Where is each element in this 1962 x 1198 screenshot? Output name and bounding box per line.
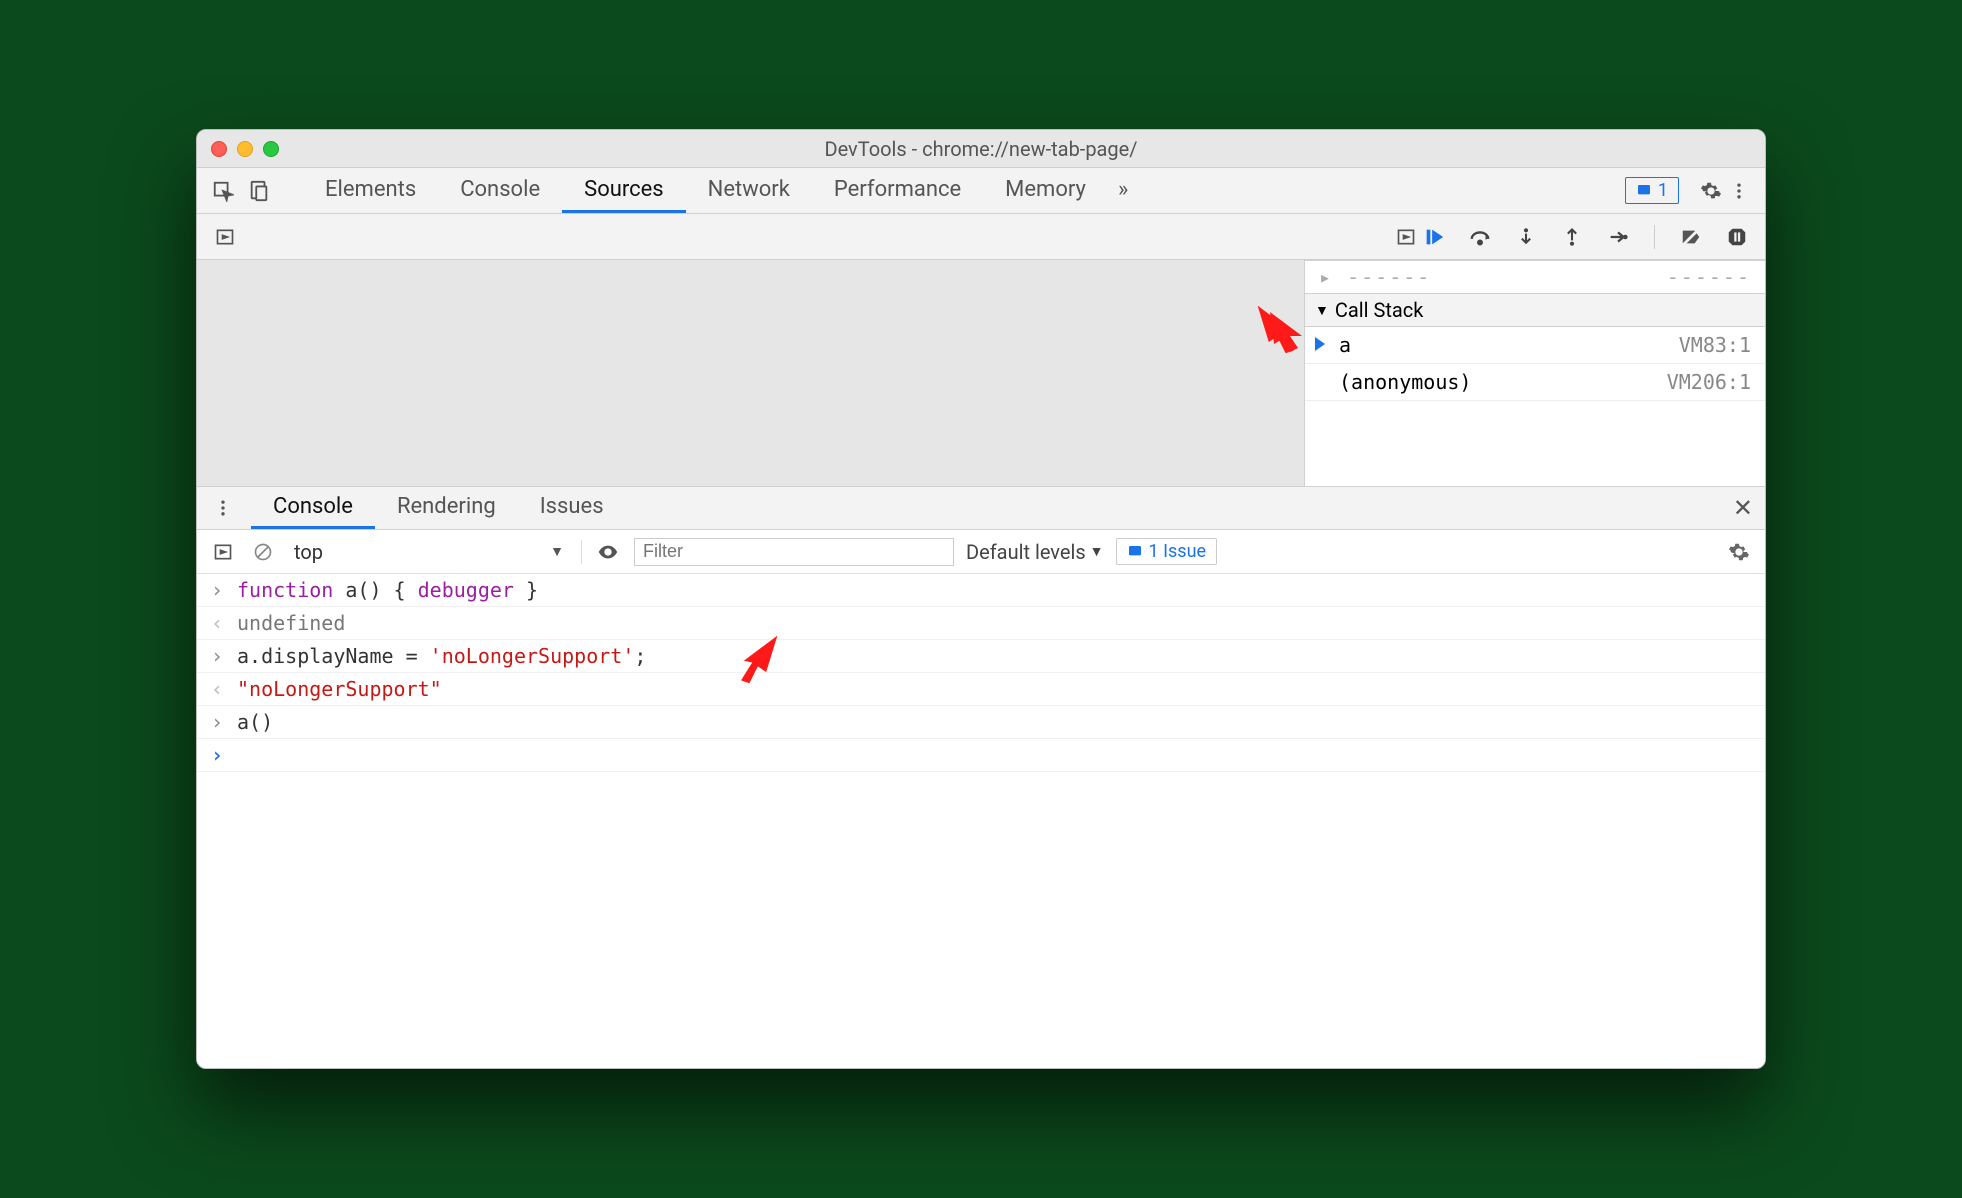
tab-memory[interactable]: Memory (983, 168, 1108, 213)
drawer-tab-issues[interactable]: Issues (518, 487, 626, 529)
context-value: top (294, 540, 323, 564)
debugger-sidebar: ▸ ------------ ▼ Call Stack a VM83:1 (an… (1305, 260, 1765, 486)
console-toolbar: top ▼ Default levels ▼ 1 Issue (197, 530, 1765, 574)
input-chevron-icon (207, 644, 227, 668)
tab-network[interactable]: Network (686, 168, 812, 213)
console-row[interactable]: a.displayName = 'noLongerSupport'; (197, 640, 1765, 673)
devtools-window: DevTools - chrome://new-tab-page/ Elemen… (196, 129, 1766, 1069)
drawer-tab-console[interactable]: Console (251, 487, 375, 529)
annotation-arrow-1 (1252, 300, 1308, 356)
show-debugger-icon[interactable] (1392, 223, 1420, 251)
window-title: DevTools - chrome://new-tab-page/ (197, 137, 1765, 161)
console-code: "noLongerSupport" (237, 677, 442, 701)
clear-console-icon[interactable] (249, 538, 277, 566)
tab-sources[interactable]: Sources (562, 168, 686, 213)
filter-input[interactable] (634, 538, 954, 566)
console-code: function a() { debugger } (237, 578, 538, 602)
issues-button[interactable]: 1 Issue (1116, 538, 1218, 565)
inspect-element-icon[interactable] (209, 177, 237, 205)
step-out-icon[interactable] (1558, 223, 1586, 251)
step-into-icon[interactable] (1512, 223, 1540, 251)
input-chevron-icon (207, 578, 227, 602)
editor-pane (197, 260, 1305, 486)
stack-frame-0-name: a (1339, 333, 1351, 357)
more-tabs-icon[interactable]: » (1108, 168, 1138, 213)
pause-exceptions-icon[interactable] (1723, 223, 1751, 251)
tab-elements[interactable]: Elements (303, 168, 438, 213)
log-levels-select[interactable]: Default levels ▼ (966, 540, 1104, 564)
console-body[interactable]: function a() { debugger } undefined a.disp… (197, 574, 1765, 1068)
sources-main-split: ▸ ------------ ▼ Call Stack a VM83:1 (an… (197, 260, 1765, 486)
show-navigator-icon[interactable] (211, 223, 239, 251)
stack-frame-0[interactable]: a VM83:1 (1305, 327, 1765, 364)
issues-button-label: 1 Issue (1149, 541, 1207, 562)
scope-row-truncated[interactable]: ▸ ------------ (1305, 260, 1765, 294)
kebab-menu-icon[interactable] (1725, 177, 1753, 205)
deactivate-breakpoints-icon[interactable] (1677, 223, 1705, 251)
debug-controls (1420, 223, 1751, 251)
live-expression-icon[interactable] (594, 538, 622, 566)
stack-frame-1-loc: VM206:1 (1667, 370, 1751, 394)
issues-count: 1 (1658, 180, 1668, 201)
titlebar: DevTools - chrome://new-tab-page/ (197, 130, 1765, 168)
execution-context-select[interactable]: top ▼ (289, 537, 569, 567)
console-code: a.displayName = 'noLongerSupport'; (237, 644, 646, 668)
output-chevron-icon (207, 611, 227, 635)
sources-toolbar (197, 214, 1765, 260)
callstack-header[interactable]: ▼ Call Stack (1305, 294, 1765, 327)
issues-badge[interactable]: 1 (1625, 177, 1679, 204)
prompt-chevron-icon (207, 743, 227, 767)
drawer-menu-icon[interactable] (209, 494, 237, 522)
tab-performance[interactable]: Performance (812, 168, 983, 213)
console-row[interactable]: undefined (197, 607, 1765, 640)
levels-label: Default levels (966, 540, 1086, 564)
drawer-tabs: Console Rendering Issues ✕ (197, 486, 1765, 530)
console-row[interactable]: "noLongerSupport" (197, 673, 1765, 706)
console-row[interactable] (197, 739, 1765, 772)
callstack-label: Call Stack (1335, 298, 1424, 322)
console-sidebar-toggle-icon[interactable] (209, 538, 237, 566)
console-row[interactable]: function a() { debugger } (197, 574, 1765, 607)
output-chevron-icon (207, 677, 227, 701)
stack-frame-1-name: (anonymous) (1339, 370, 1471, 394)
console-settings-icon[interactable] (1725, 538, 1753, 566)
stack-frame-0-loc: VM83:1 (1679, 333, 1751, 357)
console-code: a() (237, 710, 273, 734)
drawer-tab-rendering[interactable]: Rendering (375, 487, 518, 529)
step-icon[interactable] (1604, 223, 1632, 251)
device-toggle-icon[interactable] (245, 177, 273, 205)
stack-frame-1[interactable]: (anonymous) VM206:1 (1305, 364, 1765, 401)
main-tabs-bar: Elements Console Sources Network Perform… (197, 168, 1765, 214)
console-row[interactable]: a() (197, 706, 1765, 739)
input-chevron-icon (207, 710, 227, 734)
resume-icon[interactable] (1420, 223, 1448, 251)
console-code: undefined (237, 611, 345, 635)
settings-icon[interactable] (1697, 177, 1725, 205)
annotation-arrow-2 (727, 630, 783, 686)
drawer-close-icon[interactable]: ✕ (1733, 494, 1753, 522)
tab-console[interactable]: Console (438, 168, 562, 213)
step-over-icon[interactable] (1466, 223, 1494, 251)
